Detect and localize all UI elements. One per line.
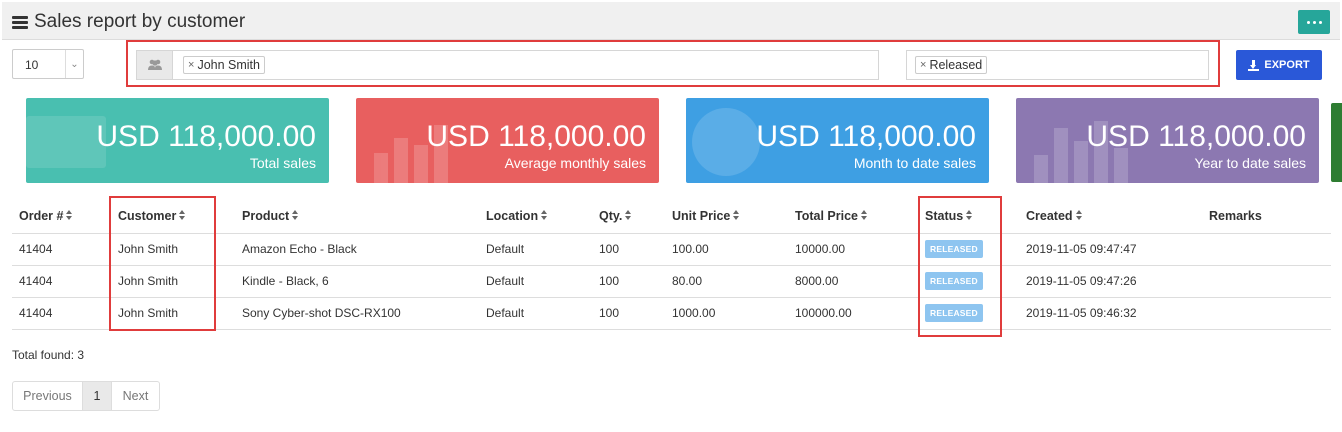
sort-icon — [625, 210, 632, 221]
sort-icon — [541, 210, 548, 221]
stat-label: Month to date sales — [853, 155, 976, 171]
stat-label: Total sales — [249, 155, 316, 171]
remove-tag-icon[interactable]: × — [920, 59, 926, 71]
stat-value: USD 118,000.00 — [96, 120, 316, 153]
cell-total-price: 8000.00 — [788, 265, 918, 298]
globe-icon — [692, 108, 760, 176]
column-header-product[interactable]: Product — [235, 200, 479, 234]
cell-total-price: 10000.00 — [788, 233, 918, 266]
customer-tag-label: John Smith — [197, 58, 260, 72]
cell-qty: 100 — [592, 233, 665, 266]
cell-qty: 100 — [592, 265, 665, 298]
list-icon — [12, 15, 28, 29]
cell-created: 2019-11-05 09:47:47 — [1019, 233, 1202, 266]
ellipsis-icon — [1306, 20, 1310, 24]
total-found: Total found: 3 — [12, 348, 85, 362]
column-header-order[interactable]: Order # — [12, 200, 111, 234]
cell-order: 41404 — [12, 297, 111, 330]
cell-created: 2019-11-05 09:47:26 — [1019, 265, 1202, 298]
cell-location: Default — [479, 265, 592, 298]
cell-qty: 100 — [592, 297, 665, 330]
previous-page-button[interactable]: Previous — [13, 382, 83, 410]
panel-title-wrap: Sales report by customer — [12, 11, 245, 33]
stat-card-month-to-date: USD 118,000.00 Month to date sales — [686, 98, 989, 183]
customer-filter-input[interactable]: × John Smith — [136, 50, 879, 80]
cell-location: Default — [479, 297, 592, 330]
cell-product: Amazon Echo - Black — [235, 233, 479, 266]
download-icon — [1248, 59, 1260, 71]
status-filter-tag: × Released — [915, 56, 988, 74]
customer-filter-tag: × John Smith — [183, 56, 265, 74]
page-size-select[interactable]: 10 ⌄ — [12, 49, 84, 79]
stat-card-total-sales: USD 118,000.00 Total sales — [26, 98, 329, 183]
page-1-button[interactable]: 1 — [83, 382, 112, 410]
chevron-down-icon: ⌄ — [65, 50, 83, 78]
status-tag-label: Released — [929, 58, 983, 72]
status-filter-input[interactable]: × Released — [906, 50, 1209, 80]
page-title: Sales report by customer — [34, 11, 246, 32]
column-header-unit-price[interactable]: Unit Price — [665, 200, 788, 234]
column-header-qty[interactable]: Qty. — [592, 200, 665, 234]
cell-order: 41404 — [12, 265, 111, 298]
panel-header: Sales report by customer — [2, 2, 1340, 40]
laptop-icon — [26, 116, 106, 168]
export-button[interactable]: EXPORT — [1236, 50, 1322, 80]
column-header-created[interactable]: Created — [1019, 200, 1202, 234]
sort-icon — [733, 210, 740, 221]
cell-product: Sony Cyber-shot DSC-RX100 — [235, 297, 479, 330]
sort-icon — [66, 210, 73, 221]
column-header-location[interactable]: Location — [479, 200, 592, 234]
column-header-remarks: Remarks — [1202, 200, 1331, 234]
sort-icon — [860, 210, 868, 221]
cell-created: 2019-11-05 09:46:32 — [1019, 297, 1202, 330]
export-label: EXPORT — [1264, 59, 1310, 71]
cell-remarks — [1202, 265, 1331, 298]
cell-remarks — [1202, 233, 1331, 266]
column-header-total-price[interactable]: Total Price — [788, 200, 918, 234]
stat-card-average-monthly: USD 118,000.00 Average monthly sales — [356, 98, 659, 183]
stat-card-partial — [1331, 103, 1342, 182]
pagination: Previous 1 Next — [12, 381, 160, 411]
cell-unit-price: 80.00 — [665, 265, 788, 298]
cell-unit-price: 1000.00 — [665, 297, 788, 330]
cell-location: Default — [479, 233, 592, 266]
cell-order: 41404 — [12, 233, 111, 266]
stat-label: Average monthly sales — [504, 155, 646, 171]
stat-value: USD 118,000.00 — [756, 120, 976, 153]
sort-icon — [1075, 210, 1083, 221]
users-icon — [137, 51, 173, 79]
stat-card-year-to-date: USD 118,000.00 Year to date sales — [1016, 98, 1319, 183]
customer-column-highlight — [109, 196, 216, 331]
stat-label: Year to date sales — [1194, 155, 1306, 171]
sort-icon — [292, 210, 299, 221]
stat-value: USD 118,000.00 — [1086, 120, 1306, 153]
cell-total-price: 100000.00 — [788, 297, 918, 330]
panel-menu-button[interactable] — [1298, 10, 1330, 34]
stat-value: USD 118,000.00 — [426, 120, 646, 153]
cell-product: Kindle - Black, 6 — [235, 265, 479, 298]
cell-unit-price: 100.00 — [665, 233, 788, 266]
remove-tag-icon[interactable]: × — [188, 59, 194, 71]
status-column-highlight — [918, 196, 1002, 337]
page-size-value: 10 — [25, 58, 39, 72]
next-page-button[interactable]: Next — [112, 382, 159, 410]
cell-remarks — [1202, 297, 1331, 330]
